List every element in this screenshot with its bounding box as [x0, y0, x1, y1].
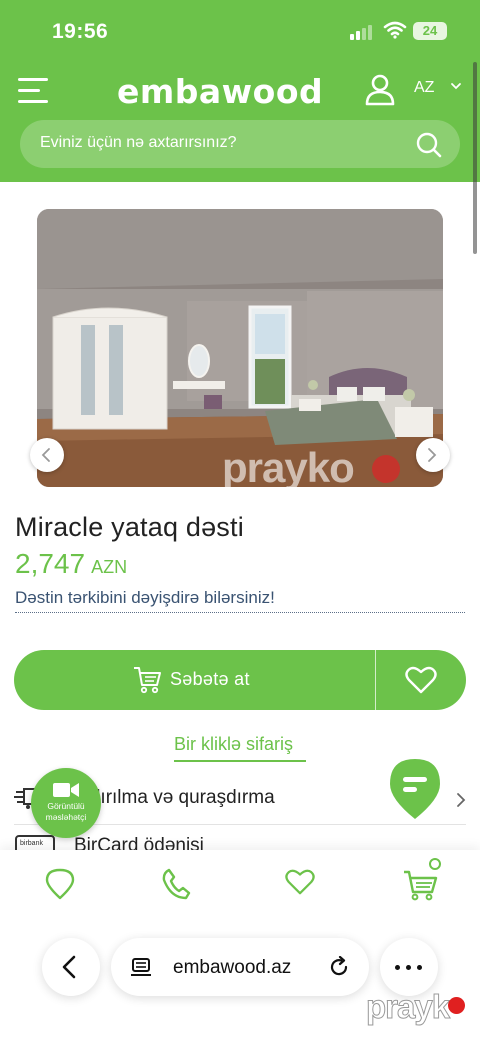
video-consult-line1: Görüntülü	[47, 801, 85, 811]
bottom-navigation	[0, 850, 480, 930]
chevron-down-icon[interactable]	[450, 82, 462, 90]
menu-button[interactable]	[18, 78, 50, 104]
cart-nav-icon[interactable]	[402, 866, 438, 902]
search-icon[interactable]	[416, 132, 442, 158]
watermark-dot	[372, 455, 400, 483]
browser-address-bar[interactable]: embawood.az	[111, 938, 369, 996]
corner-watermark: prayk	[365, 988, 450, 1026]
wifi-icon	[383, 21, 407, 39]
add-to-cart-label: Səbətə at	[170, 669, 250, 689]
customize-note-underline	[15, 612, 465, 613]
status-time: 19:56	[52, 20, 109, 43]
more-dot	[417, 965, 422, 970]
language-selector[interactable]: AZ	[414, 79, 434, 97]
chevron-left-icon	[41, 448, 50, 462]
one-click-underline	[174, 760, 306, 762]
video-consult-button[interactable]: Görüntülü məsləhətçi	[31, 768, 101, 838]
delivery-row-label[interactable]: atdırılma və quraşdırma	[74, 787, 275, 809]
more-dot	[406, 965, 411, 970]
reload-icon[interactable]	[328, 956, 350, 978]
user-icon[interactable]	[364, 73, 396, 107]
status-bar: 19:56 24	[0, 0, 480, 64]
heart-icon	[405, 666, 437, 694]
product-title: Miracle yataq dəsti	[15, 512, 244, 542]
corner-watermark-dot	[448, 997, 465, 1014]
product-price: 2,747 AZN	[15, 548, 127, 580]
search-input[interactable]: Eviniz üçün nə axtarırsınız?	[40, 134, 237, 152]
image-watermark: prayko	[222, 444, 355, 491]
video-consult-label: Görüntülü məsləhətçi	[31, 801, 101, 823]
one-click-order-link[interactable]: Bir kliklə sifariş	[174, 734, 293, 755]
signal-icon	[350, 24, 376, 40]
more-dot	[395, 965, 400, 970]
chat-icon[interactable]	[388, 757, 442, 821]
browser-url[interactable]: embawood.az	[173, 957, 291, 979]
chevron-right-icon	[428, 448, 437, 462]
site-header: embawood AZ Eviniz üçün nə axtarırsınız?	[0, 64, 480, 182]
page-scrollbar[interactable]	[473, 62, 477, 254]
chevron-left-icon	[62, 955, 76, 979]
battery-indicator: 24	[413, 22, 447, 40]
search-bar[interactable]: Eviniz üçün nə axtarırsınız?	[20, 120, 460, 168]
bircard-row-label[interactable]: BirCard ödənişi	[74, 835, 204, 851]
price-currency: AZN	[91, 557, 128, 577]
cart-icon	[134, 667, 161, 694]
wishlist-button[interactable]	[376, 650, 466, 710]
site-logo[interactable]: embawood	[117, 72, 323, 112]
price-amount: 2,747	[15, 548, 86, 579]
location-icon[interactable]	[45, 868, 75, 900]
phone-icon[interactable]	[161, 868, 191, 900]
gallery-prev-button[interactable]	[30, 438, 64, 472]
video-camera-icon	[53, 783, 79, 797]
customize-note[interactable]: Dəstin tərkibini dəyişdirə bilərsiniz!	[15, 588, 275, 608]
browser-back-button[interactable]	[42, 938, 100, 996]
chevron-right-icon[interactable]	[456, 792, 466, 808]
favorites-heart-icon[interactable]	[285, 868, 315, 896]
video-consult-line2: məsləhətçi	[45, 812, 87, 822]
page-menu-icon[interactable]	[131, 957, 153, 977]
gallery-next-button[interactable]	[416, 438, 450, 472]
cart-count-badge	[429, 858, 441, 870]
